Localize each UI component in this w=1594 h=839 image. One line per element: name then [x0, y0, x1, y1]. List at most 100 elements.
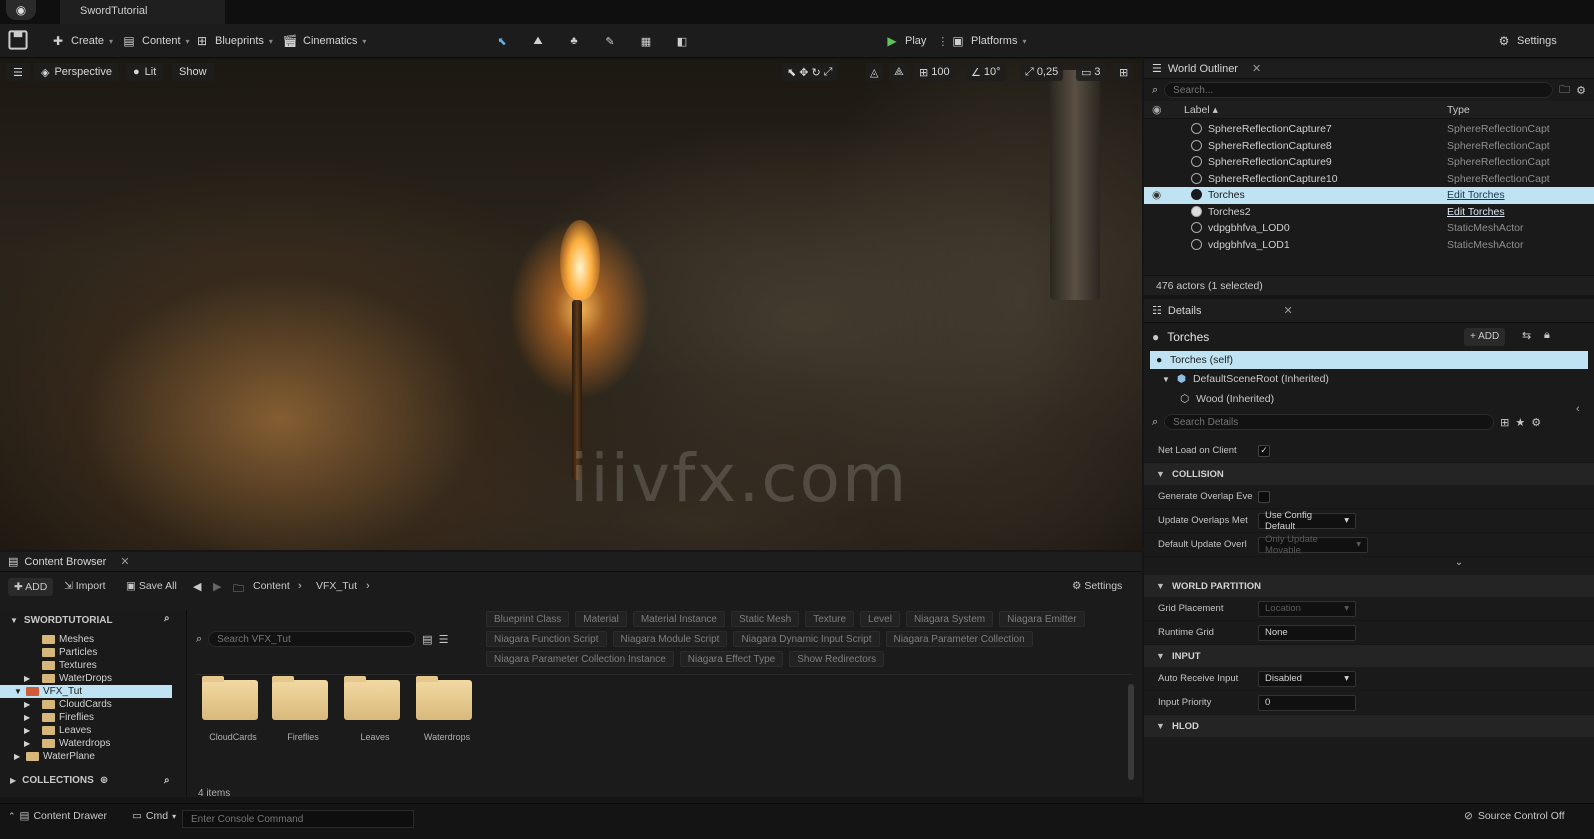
filter-chip[interactable]: Niagara Dynamic Input Script	[733, 631, 880, 647]
filter-chip[interactable]: Niagara Effect Type	[679, 651, 784, 667]
table-view-icon[interactable]: ⊞	[1500, 416, 1509, 429]
filter-chip[interactable]: Niagara Parameter Collection Instance	[486, 651, 674, 667]
filter-icon[interactable]: ☰	[439, 633, 449, 646]
play-button[interactable]: ▶ Play ⋮	[878, 28, 954, 54]
modeling-mode-icon[interactable]: ◧	[672, 32, 692, 50]
filter-chip[interactable]: Material	[575, 611, 627, 627]
filter-chip[interactable]: Niagara Emitter	[999, 611, 1085, 627]
mesh-paint-mode-icon[interactable]: ✎	[600, 32, 620, 50]
outliner-row[interactable]: Torches2 Edit Torches	[1144, 204, 1594, 221]
close-icon[interactable]: ✕	[1252, 62, 1261, 75]
tab-world-outliner[interactable]: ☰ World Outliner ✕	[1152, 62, 1261, 76]
close-icon[interactable]: ✕	[1284, 304, 1293, 317]
content-button[interactable]: ▤ Content ▾	[115, 28, 196, 54]
add-component-button[interactable]: + ADD	[1464, 328, 1506, 346]
visibility-eye-icon[interactable]: ◉	[1152, 189, 1161, 201]
outliner-row[interactable]: SphereReflectionCapture7 SphereReflection…	[1144, 121, 1594, 138]
create-button[interactable]: ✚ Create ▾	[44, 28, 119, 54]
rotation-snap-button[interactable]: ∠ 10°	[966, 63, 1006, 81]
scale-icon[interactable]: ⤢	[824, 66, 833, 79]
component-self-selected[interactable]: ● Torches (self)	[1150, 351, 1588, 369]
save-all-button[interactable]: ▣ Save All	[126, 580, 177, 592]
content-drawer-button[interactable]: ⌃ ▤ Content Drawer	[8, 810, 107, 822]
close-icon[interactable]: ✕	[120, 555, 129, 568]
lock-icon[interactable]: 🔒︎	[1544, 329, 1550, 342]
runtime-grid-field[interactable]: None	[1258, 624, 1356, 641]
viewport-menu-button[interactable]: ☰	[6, 63, 30, 81]
tree-item-waterdrops[interactable]: ▶ Waterdrops	[0, 737, 186, 750]
advanced-expand-arrow[interactable]: ⌄	[1144, 557, 1594, 575]
outliner-row[interactable]: vdpgbhfva_LOD1 StaticMeshActor	[1144, 237, 1594, 254]
input-priority-field[interactable]: 0	[1258, 694, 1356, 711]
tree-item-cloudcards[interactable]: ▶ CloudCards	[0, 698, 186, 711]
show-button[interactable]: Show	[172, 63, 214, 81]
tree-item-meshes[interactable]: Meshes	[0, 633, 186, 646]
default-update-dropdown[interactable]: Only Update Movable ▾	[1258, 534, 1368, 556]
filter-chip[interactable]: Niagara Parameter Collection	[885, 631, 1033, 647]
section-world-partition[interactable]: ▼ WORLD PARTITION	[1144, 575, 1594, 597]
settings-button[interactable]: ⚙ Settings	[1490, 28, 1563, 54]
chevron-down-icon[interactable]: ▼	[1162, 375, 1170, 384]
edit-torches-link[interactable]: Edit Torches	[1447, 206, 1557, 218]
tree-item-waterplane[interactable]: ▶ WaterPlane	[0, 750, 186, 763]
import-button[interactable]: ⇲ Import	[64, 580, 106, 592]
filter-chip[interactable]: Static Mesh	[731, 611, 800, 627]
filter-chip[interactable]: Niagara Function Script	[486, 631, 607, 647]
filter-chip[interactable]: Texture	[805, 611, 855, 627]
filter-chip[interactable]: Niagara Module Script	[612, 631, 728, 647]
edit-torches-link[interactable]: Edit Torches	[1447, 189, 1557, 201]
search-icon[interactable]: ⌕	[164, 775, 170, 786]
rotate-icon[interactable]: ↻	[811, 66, 820, 79]
history-forward-icon[interactable]: ▶	[213, 580, 221, 593]
asset-tile-fireflies[interactable]: Fireflies	[268, 676, 338, 742]
gear-icon[interactable]: ⚙	[1576, 84, 1586, 97]
component-row[interactable]: ⬡ Wood (Inherited)	[1144, 389, 1594, 409]
grid-placement-dropdown[interactable]: Location ▾	[1258, 600, 1356, 617]
scale-snap-button[interactable]: ⤢ 0,25	[1020, 63, 1064, 81]
surface-snap-button[interactable]: ⟁	[889, 63, 909, 81]
section-input[interactable]: ▼ INPUT	[1144, 645, 1594, 667]
lit-button[interactable]: ● Lit	[126, 63, 164, 81]
history-back-icon[interactable]: ◀	[193, 580, 201, 593]
gear-icon[interactable]: ⚙	[1531, 416, 1541, 429]
asset-tile-cloudcards[interactable]: CloudCards	[198, 676, 268, 742]
save-icon[interactable]	[8, 30, 28, 50]
filter-chip[interactable]: Material Instance	[632, 611, 725, 627]
fracture-mode-icon[interactable]: ▦	[636, 32, 656, 50]
outliner-row[interactable]: SphereReflectionCapture9 SphereReflection…	[1144, 154, 1594, 171]
filter-chip[interactable]: Show Redirectors	[789, 651, 885, 667]
content-settings-button[interactable]: ⚙ Settings	[1072, 580, 1122, 592]
asset-scrollbar[interactable]	[1128, 684, 1134, 780]
tree-item-fireflies[interactable]: ▶ Fireflies	[0, 711, 186, 724]
viewport-layout-button[interactable]: ⊞	[1114, 63, 1134, 81]
console-command-input[interactable]	[182, 810, 414, 828]
tree-item-waterdrops-top[interactable]: ▶ WaterDrops	[0, 672, 186, 685]
outliner-row[interactable]: vdpgbhfva_LOD0 StaticMeshActor	[1144, 220, 1594, 237]
select-mode-icon[interactable]: ⬉	[492, 32, 512, 50]
transform-tools[interactable]: ⬉ ✥ ↻ ⤢	[782, 63, 838, 81]
tree-item-leaves[interactable]: ▶ Leaves	[0, 724, 186, 737]
translate-icon[interactable]: ✥	[799, 66, 808, 79]
save-search-icon[interactable]: ▤	[422, 633, 432, 646]
details-search-input[interactable]	[1164, 414, 1495, 430]
filter-chip[interactable]: Niagara System	[905, 611, 994, 627]
tab-details[interactable]: ☷ Details ✕	[1152, 304, 1293, 318]
foliage-mode-icon[interactable]: ♣	[564, 32, 584, 50]
project-tab[interactable]: SwordTutorial	[60, 0, 225, 24]
collapse-arrow-icon[interactable]: ‹	[1576, 403, 1580, 415]
component-row[interactable]: ▼ ⬢ DefaultSceneRoot (Inherited)	[1144, 369, 1594, 389]
outliner-search-input[interactable]	[1164, 82, 1554, 98]
camera-speed-button[interactable]: ▭ 3	[1076, 63, 1106, 81]
add-folder-icon[interactable]: 🗀︎	[1559, 81, 1570, 100]
filter-chip[interactable]: Blueprint Class	[486, 611, 570, 627]
grid-snap-button[interactable]: ⊞ 100	[914, 63, 955, 81]
tree-item-textures[interactable]: Textures	[0, 659, 186, 672]
section-hlod[interactable]: ▼ HLOD	[1144, 715, 1594, 737]
tree-item-particles[interactable]: Particles	[0, 646, 186, 659]
tree-item-vfx-tut-selected[interactable]: ▼ VFX_Tut	[0, 685, 172, 698]
asset-tile-waterdrops[interactable]: Waterdrops	[412, 676, 482, 742]
auto-receive-dropdown[interactable]: Disabled ▾	[1258, 670, 1356, 687]
update-overlaps-dropdown[interactable]: Use Config Default ▾	[1258, 510, 1356, 532]
breadcrumb-vfx-tut[interactable]: VFX_Tut	[316, 580, 357, 592]
perspective-button[interactable]: ◈ Perspective	[34, 63, 119, 81]
